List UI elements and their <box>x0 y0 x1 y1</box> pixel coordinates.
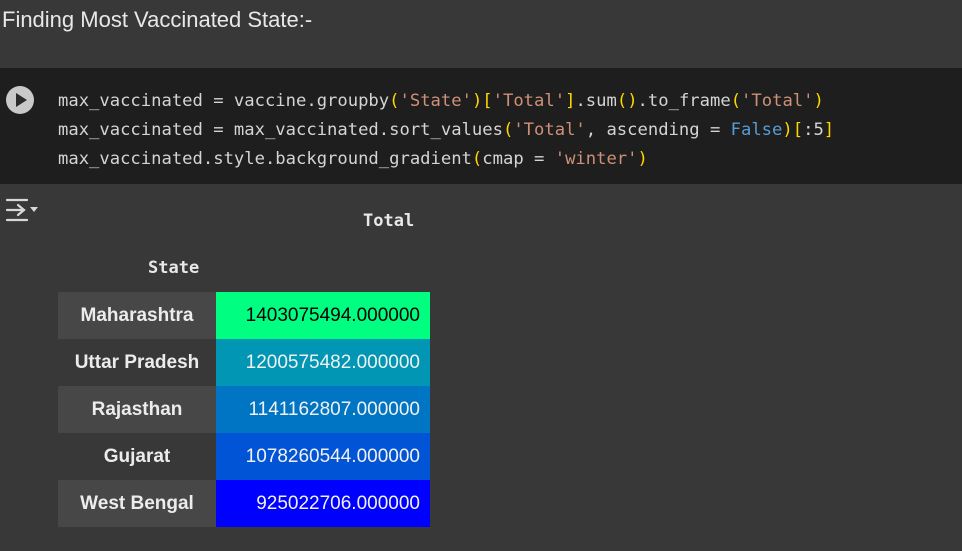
column-header-total: Total <box>363 211 415 231</box>
total-value-cell: 925022706.000000 <box>216 480 430 527</box>
total-value-cell: 1200575482.000000 <box>216 339 430 386</box>
total-value-cell: 1141162807.000000 <box>216 386 430 433</box>
table-row: Uttar Pradesh 1200575482.000000 <box>58 339 430 386</box>
table-row: West Bengal 925022706.000000 <box>58 480 430 527</box>
row-index-label: Maharashtra <box>58 292 216 339</box>
row-index-label: West Bengal <box>58 480 216 527</box>
row-index-label: Gujarat <box>58 433 216 480</box>
code-line-3: max_vaccinated.style.background_gradient… <box>58 149 648 169</box>
play-icon <box>16 93 27 107</box>
row-index-label: Uttar Pradesh <box>58 339 216 386</box>
total-value-cell: 1403075494.000000 <box>216 292 430 339</box>
code-line-2: max_vaccinated = max_vaccinated.sort_val… <box>58 120 835 140</box>
table-row: Rajasthan 1141162807.000000 <box>58 386 430 433</box>
index-name-state: State <box>148 258 200 278</box>
code-editor[interactable]: max_vaccinated = vaccine.groupby('State'… <box>58 87 834 174</box>
run-cell-button[interactable] <box>6 86 34 114</box>
code-line-1: max_vaccinated = vaccine.groupby('State'… <box>58 91 824 111</box>
text-cell[interactable]: Finding Most Vaccinated State:- <box>0 0 962 68</box>
notebook-page: Finding Most Vaccinated State:- max_vacc… <box>0 0 962 551</box>
text-cell-heading: Finding Most Vaccinated State:- <box>2 7 313 32</box>
table-row: Gujarat 1078260544.000000 <box>58 433 430 480</box>
row-index-label: Rajasthan <box>58 386 216 433</box>
styled-dataframe: Maharashtra 1403075494.000000 Uttar Prades… <box>58 292 430 527</box>
table-row: Maharashtra 1403075494.000000 <box>58 292 430 339</box>
output-options-icon[interactable] <box>5 197 39 223</box>
total-value-cell: 1078260544.000000 <box>216 433 430 480</box>
